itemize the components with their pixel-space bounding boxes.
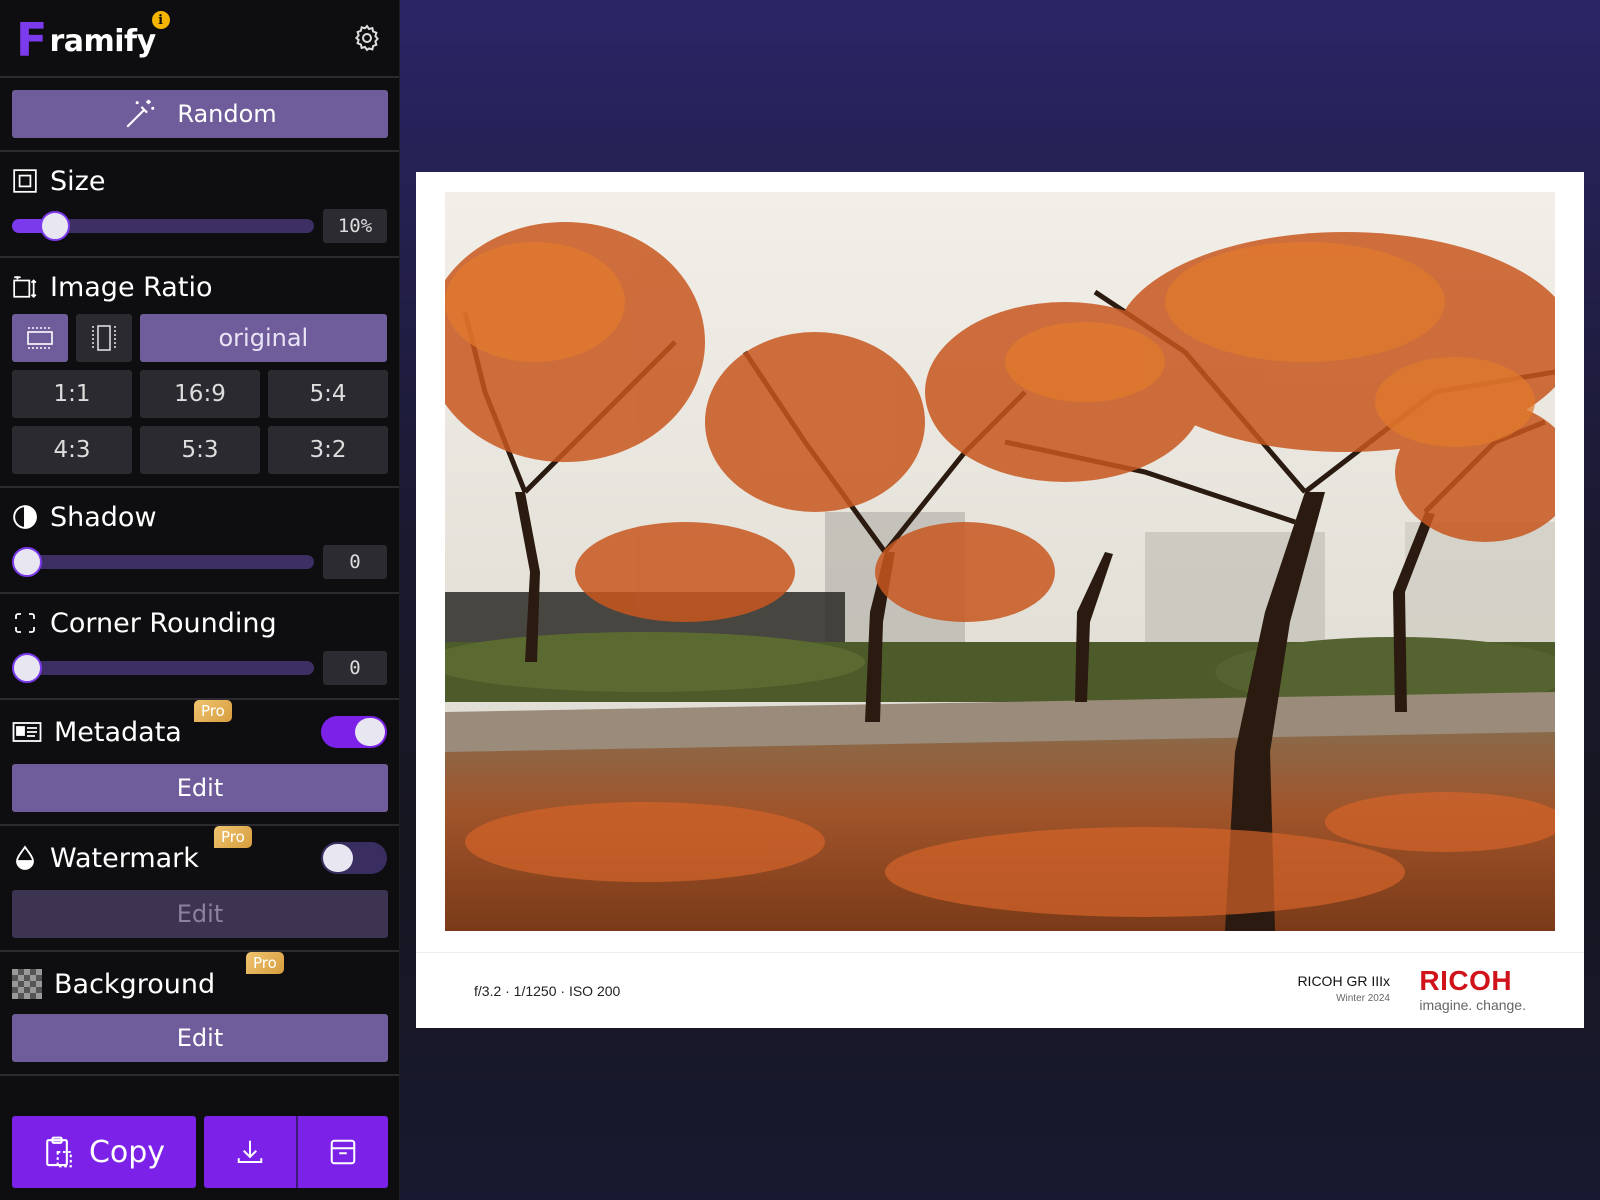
brand-logo: RICOH imagine. change. [1419, 965, 1526, 1014]
size-slider-thumb[interactable] [40, 211, 70, 241]
corner-rounding-slider[interactable] [12, 653, 314, 683]
watermark-toggle-knob [323, 844, 353, 872]
metadata-toggle-knob [355, 718, 385, 746]
original-ratio-button[interactable]: original [139, 314, 387, 362]
camera-subtitle: Winter 2024 [1336, 993, 1390, 1004]
image-ratio-section: Image Ratio original 1:1 16:9 5:4 4:3 5:… [0, 258, 399, 488]
size-value[interactable]: 10% [323, 209, 387, 243]
image-ratio-label: Image Ratio [50, 271, 213, 303]
watermark-toggle[interactable] [321, 842, 387, 874]
size-section: Size 10% [0, 152, 399, 258]
watermark-label: Watermark [50, 842, 199, 874]
ratio-grid: 1:1 16:9 5:4 4:3 5:3 3:2 [12, 370, 388, 474]
archive-button[interactable] [296, 1116, 388, 1188]
sidebar: F ramify i Random Size 10% Image Ratio o… [0, 0, 400, 1200]
exif-info: f/3.2 · 1/1250 · ISO 200 [474, 983, 621, 999]
random-label: Random [177, 100, 277, 128]
action-bar: Copy [12, 1116, 388, 1188]
shadow-slider[interactable] [12, 547, 314, 577]
background-label: Background [54, 968, 216, 1000]
settings-button[interactable] [351, 22, 383, 54]
background-pro-badge: Pro [246, 952, 284, 974]
random-button[interactable]: Random [12, 90, 388, 138]
shadow-section: Shadow 0 [0, 488, 399, 594]
app-logo: F ramify i [16, 9, 172, 67]
id-card-icon [12, 719, 42, 745]
metadata-title: Metadata Pro [12, 700, 387, 752]
background-section: Background Pro Edit [0, 952, 399, 1076]
shadow-label: Shadow [50, 501, 157, 533]
archive-box-icon [330, 1139, 356, 1165]
shadow-icon [12, 504, 38, 530]
watermark-edit-button[interactable]: Edit [12, 890, 388, 938]
magic-wand-icon [126, 99, 155, 128]
metadata-pro-badge: Pro [194, 700, 232, 722]
metadata-edit-button[interactable]: Edit [12, 764, 388, 812]
brand-tagline: imagine. change. [1419, 997, 1526, 1013]
portrait-icon [91, 325, 116, 351]
corner-rounding-title: Corner Rounding [12, 606, 387, 640]
logo-text: ramify [49, 24, 156, 59]
copy-label: Copy [88, 1134, 166, 1170]
watermark-title: Watermark Pro [12, 826, 387, 878]
metadata-toggle[interactable] [321, 716, 387, 748]
background-title: Background Pro [12, 952, 387, 1004]
info-icon[interactable]: i [149, 9, 172, 31]
export-buttons [204, 1116, 388, 1188]
ratio-5-3-button[interactable]: 5:3 [140, 426, 260, 474]
photo [445, 192, 1555, 931]
corner-rounding-slider-thumb[interactable] [12, 653, 42, 683]
gear-icon [354, 24, 379, 52]
image-ratio-title: Image Ratio [12, 270, 387, 304]
ratio-1-1-button[interactable]: 1:1 [12, 370, 132, 418]
shadow-value[interactable]: 0 [323, 545, 387, 579]
random-section: Random [0, 78, 399, 152]
clipboard-icon [46, 1136, 72, 1168]
corner-rounding-value[interactable]: 0 [323, 651, 387, 685]
landscape-icon [27, 327, 53, 349]
ratio-3-2-button[interactable]: 3:2 [268, 426, 388, 474]
corner-rounding-section: Corner Rounding 0 [0, 594, 399, 700]
shadow-title: Shadow [12, 500, 387, 534]
metadata-section: Metadata Pro Edit [0, 700, 399, 826]
landscape-button[interactable] [12, 314, 68, 362]
size-label: Size [50, 165, 106, 197]
size-title: Size [12, 164, 387, 198]
preview-canvas: f/3.2 · 1/1250 · ISO 200 RICOH GR IIIx W… [400, 0, 1600, 1200]
checkerboard-icon [12, 969, 42, 999]
metadata-label: Metadata [54, 716, 182, 748]
background-edit-button[interactable]: Edit [12, 1014, 388, 1062]
ratio-5-4-button[interactable]: 5:4 [268, 370, 388, 418]
corner-rounding-label: Corner Rounding [50, 607, 277, 639]
autumn-park-photo [445, 192, 1555, 931]
metadata-bar: f/3.2 · 1/1250 · ISO 200 RICOH GR IIIx W… [416, 952, 1584, 1028]
corner-rounding-icon [12, 610, 38, 636]
watermark-pro-badge: Pro [214, 826, 252, 848]
framed-photo: f/3.2 · 1/1250 · ISO 200 RICOH GR IIIx W… [416, 172, 1584, 1028]
watermark-section: Watermark Pro Edit [0, 826, 399, 952]
sidebar-header: F ramify i [0, 0, 399, 78]
brand-name: RICOH [1419, 965, 1513, 996]
shadow-slider-thumb[interactable] [12, 547, 42, 577]
ratio-16-9-button[interactable]: 16:9 [140, 370, 260, 418]
ratio-icon [12, 274, 38, 300]
droplet-icon [12, 845, 38, 871]
camera-model: RICOH GR IIIx [1297, 973, 1390, 989]
camera-info: RICOH GR IIIx Winter 2024 [1297, 973, 1390, 1004]
download-icon [237, 1140, 263, 1163]
logo-letter: F [16, 13, 48, 67]
copy-button[interactable]: Copy [12, 1116, 196, 1188]
download-button[interactable] [204, 1116, 296, 1188]
size-slider[interactable] [12, 211, 314, 241]
portrait-button[interactable] [75, 314, 132, 362]
frame-size-icon [12, 168, 38, 194]
ratio-4-3-button[interactable]: 4:3 [12, 426, 132, 474]
